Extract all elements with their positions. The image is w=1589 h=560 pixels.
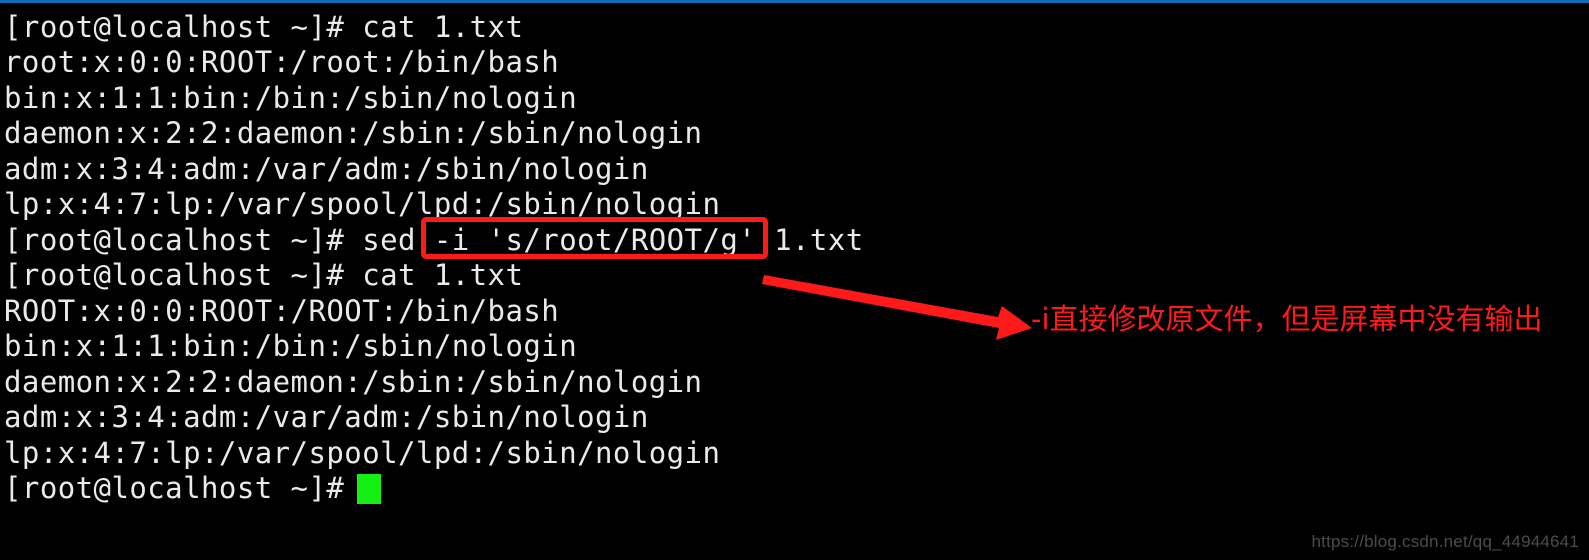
csdn-watermark: https://blog.csdn.net/qq_44944641 [1311,532,1579,551]
terminal-line: adm:x:3:4:adm:/var/adm:/sbin/nologin [4,400,649,434]
terminal-line: ROOT:x:0:0:ROOT:/ROOT:/bin/bash [4,294,560,328]
terminal-line: bin:x:1:1:bin:/bin:/sbin/nologin [4,329,578,363]
terminal-line: daemon:x:2:2:daemon:/sbin:/sbin/nologin [4,116,703,150]
annotation-arrow-icon [762,275,1032,340]
terminal-line: root:x:0:0:ROOT:/root:/bin/bash [4,45,560,79]
annotation-note-text: -i直接修改原文件，但是屏幕中没有输出 [1031,302,1543,336]
terminal-line: adm:x:3:4:adm:/var/adm:/sbin/nologin [4,152,649,186]
annotation-highlight-box [421,217,768,259]
terminal-cursor [357,474,381,504]
terminal-line: daemon:x:2:2:daemon:/sbin:/sbin/nologin [4,365,703,399]
terminal-line: [root@localhost ~]# [4,471,363,505]
terminal-line: bin:x:1:1:bin:/bin:/sbin/nologin [4,81,578,115]
terminal-line: [root@localhost ~]# cat 1.txt [4,258,524,292]
terminal-line: [root@localhost ~]# cat 1.txt [4,10,524,44]
terminal-screenshot: [root@localhost ~]# cat 1.txt root:x:0:0… [0,0,1589,560]
terminal-line: lp:x:4:7:lp:/var/spool/lpd:/sbin/nologin [4,436,721,470]
